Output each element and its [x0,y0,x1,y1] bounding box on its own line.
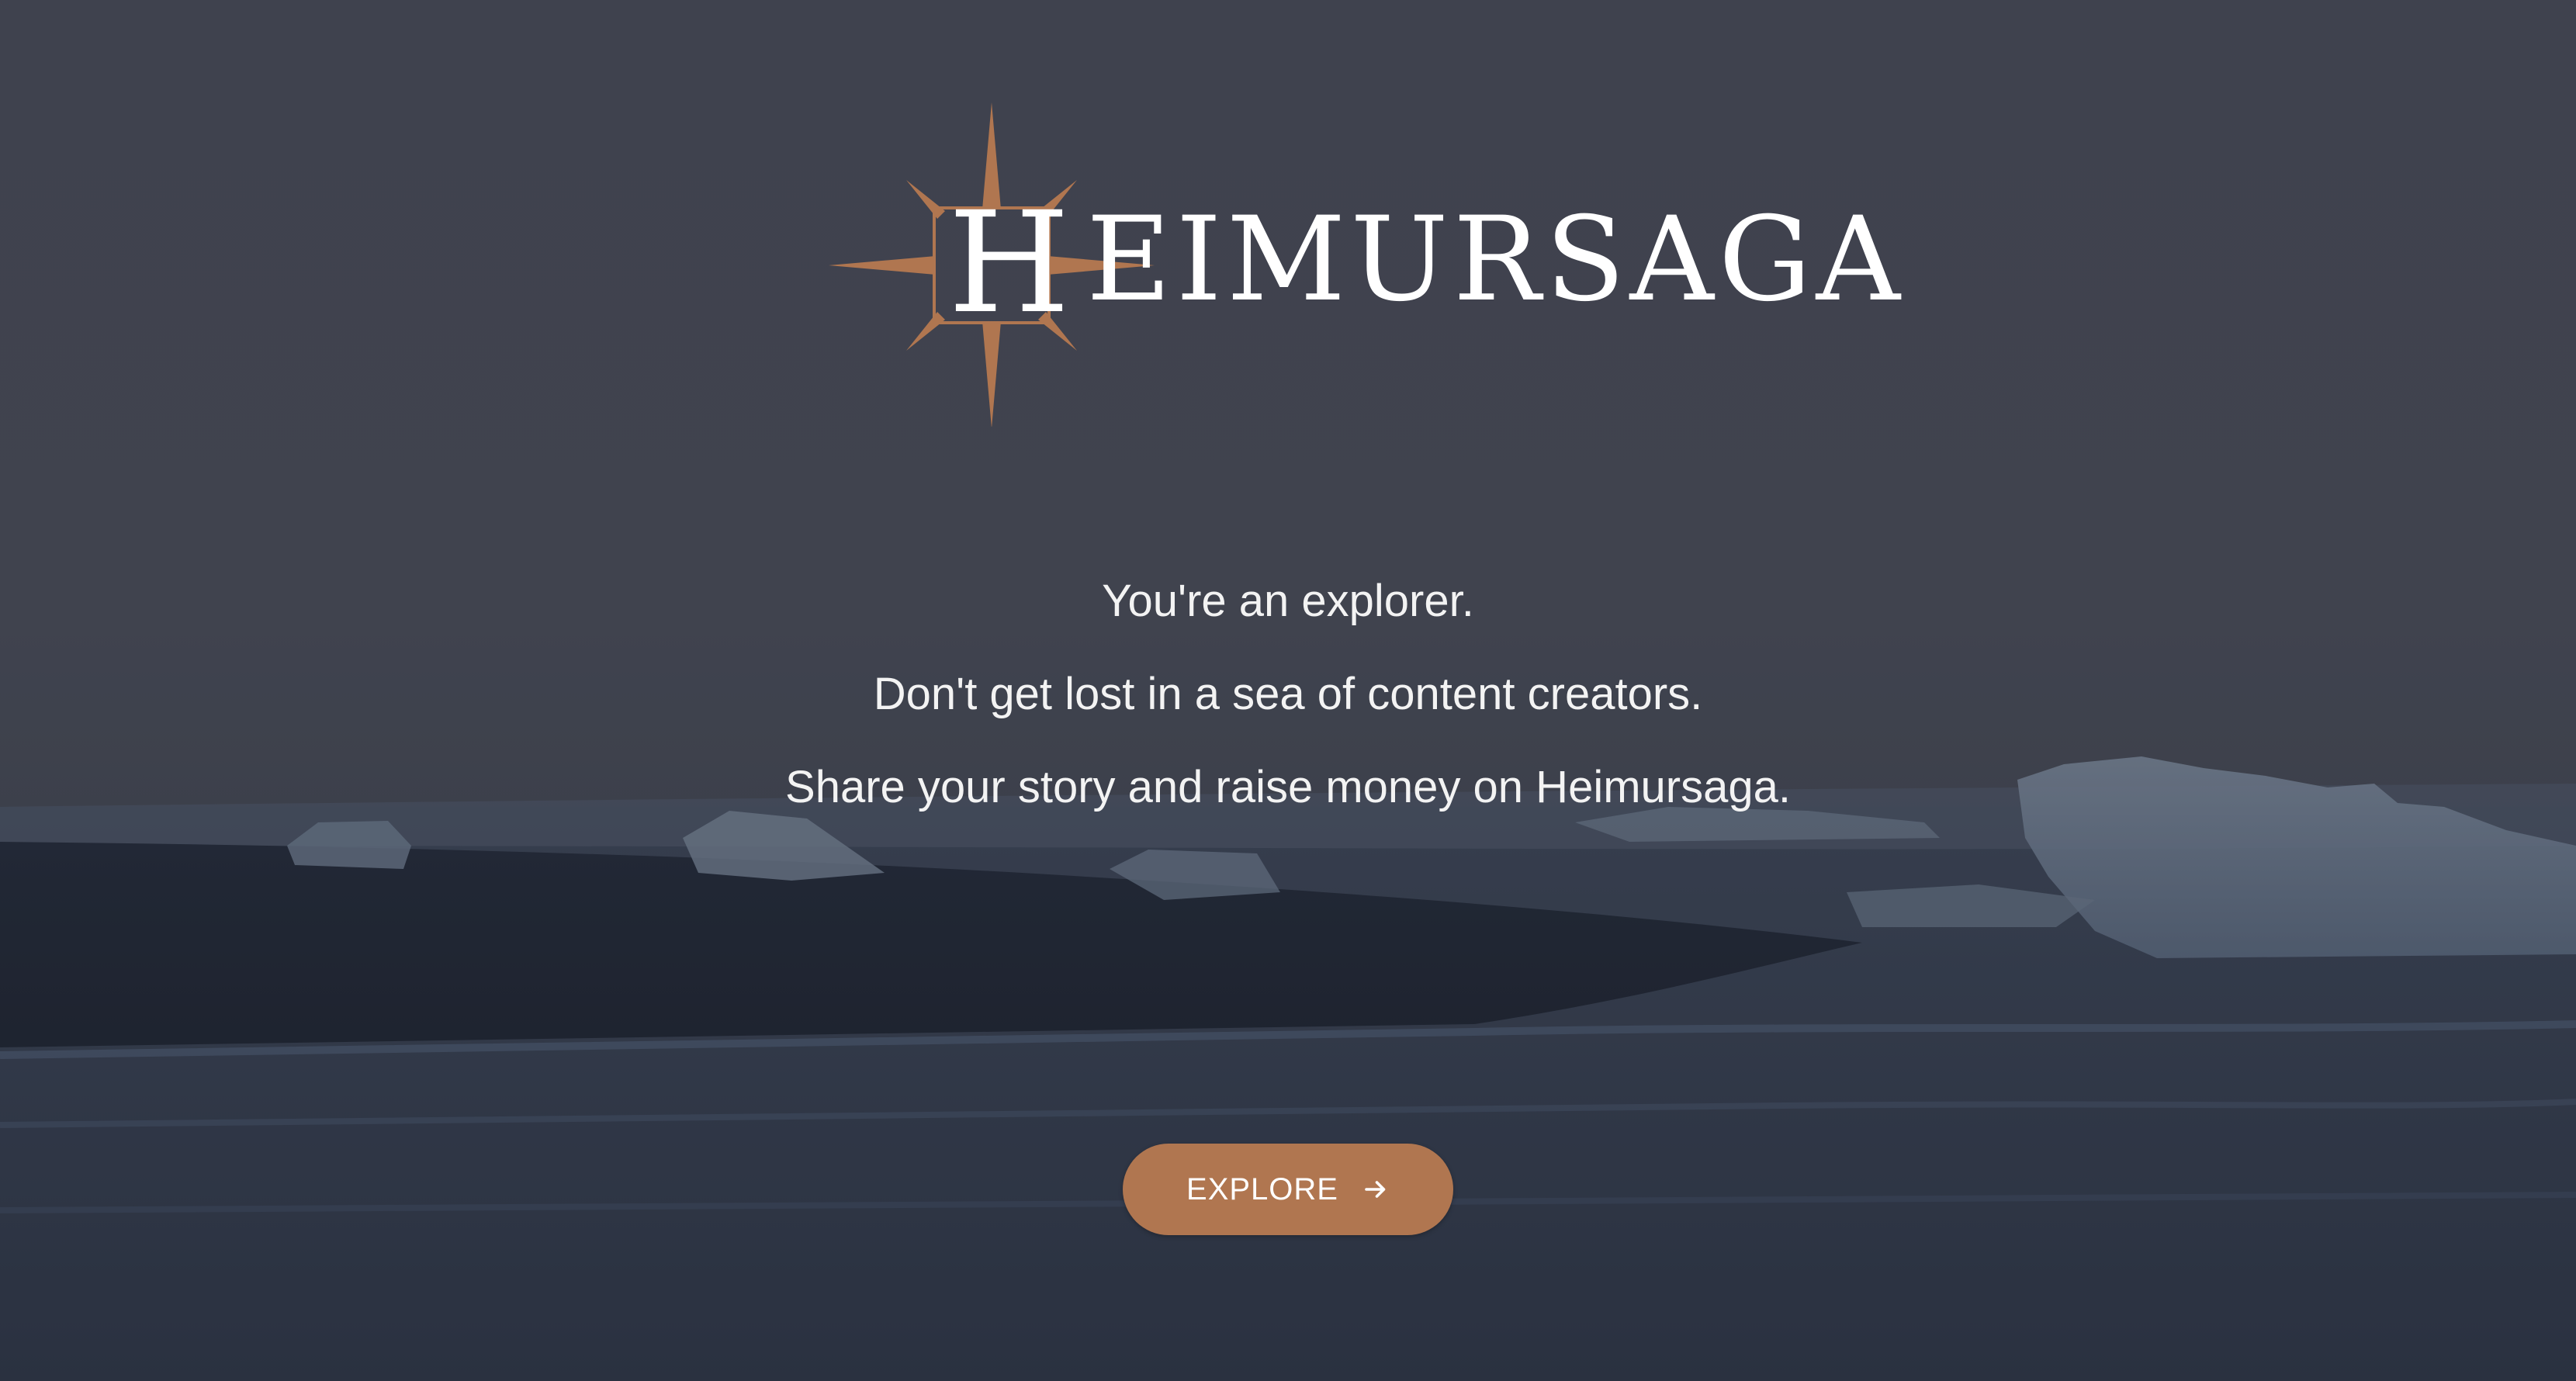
tagline-line-1: You're an explorer. [1102,576,1474,626]
arrow-right-icon [1365,1181,1386,1198]
hero-section: H EIMURSAGA You're an explorer. Don't ge… [0,0,2576,1381]
explore-button-label: EXPLORE [1186,1172,1338,1206]
logo-initial: H [948,182,1070,344]
explore-button[interactable]: EXPLORE [1123,1144,1453,1235]
heimursaga-logo[interactable]: H EIMURSAGA [822,101,1900,427]
tagline-line-2: Don't get lost in a sea of content creat… [873,669,1703,719]
logo-wordmark: EIMURSAGA [1086,192,1905,327]
tagline-line-3: Share your story and raise money on Heim… [785,762,1791,812]
